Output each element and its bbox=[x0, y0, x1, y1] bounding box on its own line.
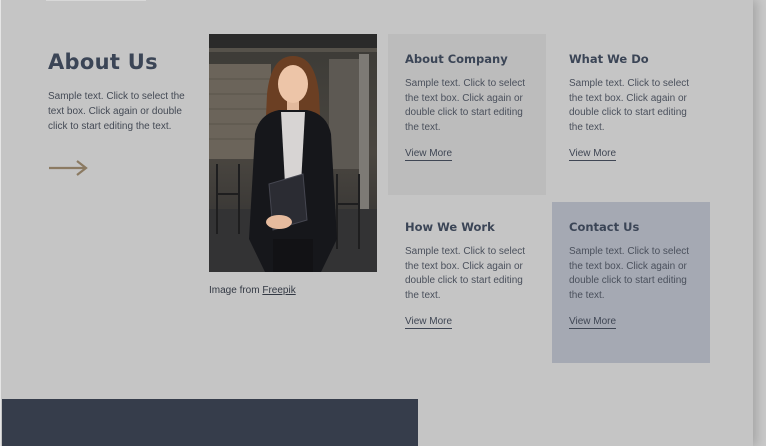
card-title: Contact Us bbox=[569, 220, 640, 234]
card-title: What We Do bbox=[569, 52, 649, 66]
card-text: Sample text. Click to select the text bo… bbox=[405, 246, 526, 301]
arrow-right-icon[interactable] bbox=[48, 158, 88, 178]
card-about-company: About Company Sample text. Click to sele… bbox=[388, 34, 546, 195]
card-text: Sample text. Click to select the text bo… bbox=[569, 78, 690, 133]
view-more-link[interactable]: View More bbox=[405, 148, 453, 161]
card-title: About Company bbox=[405, 52, 508, 66]
view-more-link[interactable]: View More bbox=[569, 316, 617, 329]
view-more-link[interactable]: View More bbox=[569, 148, 617, 161]
card-contact-us: Contact Us Sample text. Click to select … bbox=[552, 202, 710, 363]
top-divider bbox=[46, 0, 146, 1]
card-text: Sample text. Click to select the text bo… bbox=[569, 246, 690, 301]
about-text: Sample text. Click to select the text bo… bbox=[48, 91, 185, 132]
image-caption-prefix: Image from bbox=[209, 285, 263, 296]
card-title: How We Work bbox=[405, 220, 495, 234]
card-text: Sample text. Click to select the text bo… bbox=[405, 78, 526, 133]
page-section: About Us Sample text. Click to select th… bbox=[0, 0, 753, 446]
card-what-we-do: What We Do Sample text. Click to select … bbox=[552, 34, 710, 195]
footer-bar bbox=[2, 399, 418, 446]
freepik-link[interactable]: Freepik bbox=[262, 285, 295, 296]
woman-photo bbox=[209, 34, 377, 272]
card-how-we-work: How We Work Sample text. Click to select… bbox=[388, 202, 546, 363]
about-title: About Us bbox=[48, 50, 158, 74]
woman-photo-illustration bbox=[209, 34, 377, 272]
view-more-link[interactable]: View More bbox=[405, 316, 453, 329]
image-caption: Image from Freepik bbox=[209, 285, 296, 296]
